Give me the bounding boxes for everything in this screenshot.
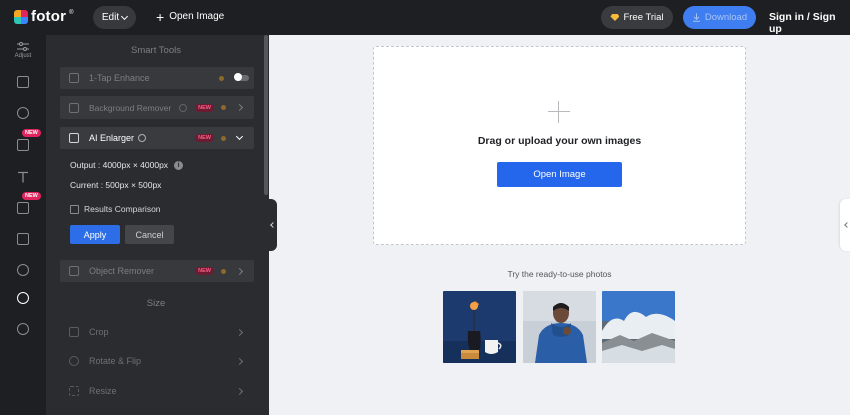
chevron-right-icon — [235, 103, 244, 112]
plus-icon: + — [156, 8, 165, 25]
diamond-icon — [610, 14, 620, 21]
tool-resize[interactable]: Resize — [60, 380, 254, 402]
current-size-label: Current : 500px × 500px — [70, 180, 162, 190]
free-trial-label: Free Trial — [623, 12, 664, 23]
edit-label: Edit — [101, 12, 120, 23]
effects-icon[interactable] — [17, 139, 29, 151]
one-tap-toggle[interactable] — [234, 73, 249, 81]
sample-photo-flower-vase[interactable] — [443, 291, 516, 363]
tool-label: Object Remover — [89, 266, 155, 276]
chevron-left-icon — [843, 222, 850, 228]
chevron-down-icon — [121, 12, 129, 20]
ai-tools-icon[interactable] — [17, 292, 29, 304]
output-size-text: Output : 4000px × 4000px i — [70, 160, 184, 170]
current-size-text: Current : 500px × 500px — [70, 180, 161, 190]
collapse-panel-button[interactable] — [266, 199, 277, 251]
tool-label: Background Remover — [89, 102, 172, 113]
new-badge: NEW — [195, 134, 214, 142]
tool-label: Rotate & Flip — [89, 356, 142, 366]
tool-one-tap-enhance[interactable]: 1-Tap Enhance — [60, 67, 254, 89]
size-heading: Size — [146, 298, 166, 309]
top-bar: fotor ® Edit + Open Image Free Trial Dow… — [0, 0, 850, 35]
output-size-label: Output : 4000px × 4000px — [70, 160, 169, 170]
tool-background-remover[interactable]: Background Remover NEW — [60, 96, 254, 119]
new-badge-effects: NEW — [22, 129, 41, 137]
text-icon[interactable] — [17, 170, 29, 183]
tool-label: Resize — [89, 386, 117, 396]
logo-registered-mark: ® — [69, 9, 74, 16]
premium-dot-icon — [221, 135, 226, 141]
info-icon[interactable] — [179, 103, 188, 112]
magic-wand-icon — [69, 73, 79, 83]
sample-photo-man-jacket[interactable] — [523, 291, 596, 363]
tool-ai-enlarger[interactable]: AI Enlarger NEW — [60, 127, 254, 149]
sign-in-link[interactable]: Sign in / Sign up — [769, 11, 850, 35]
background-remover-icon — [69, 102, 79, 113]
info-icon[interactable] — [138, 134, 147, 142]
cancel-button[interactable]: Cancel — [125, 225, 174, 244]
new-badge: NEW — [195, 103, 214, 112]
tool-label: Crop — [89, 327, 109, 337]
free-trial-button[interactable]: Free Trial — [601, 6, 673, 29]
info-icon[interactable]: i — [174, 160, 184, 170]
resize-icon — [69, 386, 79, 396]
tool-rotate-flip[interactable]: Rotate & Flip — [60, 350, 254, 372]
eraser-icon — [69, 266, 79, 276]
tool-category-rail: Adjust — [0, 35, 46, 415]
premium-dot-icon — [221, 268, 226, 274]
chevron-left-icon — [269, 222, 276, 228]
rail-adjust-item[interactable]: Adjust — [0, 35, 46, 65]
expand-right-panel-button[interactable] — [840, 199, 850, 251]
fotor-logo[interactable]: fotor ® — [14, 8, 74, 25]
frames-icon[interactable] — [17, 233, 29, 245]
uploads-icon[interactable] — [17, 264, 29, 276]
premium-dot-icon — [221, 105, 226, 110]
download-button[interactable]: Download — [683, 6, 756, 29]
edit-dropdown-button[interactable]: Edit — [93, 6, 136, 29]
tool-object-remover[interactable]: Object Remover NEW — [60, 260, 254, 282]
chevron-right-icon — [235, 328, 244, 336]
enlarge-icon — [69, 133, 79, 143]
sample-photos-heading: Try the ready-to-use photos — [507, 269, 612, 279]
new-badge: NEW — [195, 267, 214, 275]
new-badge-elements: NEW — [22, 192, 41, 200]
dropzone-text: Drag or upload your own images — [477, 135, 642, 147]
open-image-top-label: Open Image — [169, 11, 225, 22]
download-label: Download — [704, 12, 748, 23]
results-comparison-checkbox[interactable] — [70, 204, 79, 214]
face-icon[interactable] — [17, 107, 29, 119]
rotate-icon — [69, 356, 79, 366]
logo-mark-icon — [14, 9, 28, 24]
panel-scrollbar[interactable] — [264, 35, 268, 195]
chevron-right-icon — [235, 267, 244, 275]
chevron-right-icon — [235, 387, 244, 395]
open-image-button[interactable]: Open Image — [497, 162, 622, 187]
download-icon — [692, 13, 700, 22]
rail-adjust-label: Adjust — [14, 53, 32, 59]
flask-icon[interactable] — [17, 76, 29, 88]
plus-icon — [548, 101, 570, 123]
smart-tools-heading: Smart Tools — [131, 45, 181, 56]
logo-text: fotor — [31, 8, 67, 25]
open-image-top-button[interactable]: + Open Image — [156, 8, 225, 25]
results-comparison-row[interactable]: Results Comparison — [70, 204, 161, 214]
adjust-sliders-icon — [17, 42, 29, 51]
chevron-right-icon — [235, 357, 244, 365]
sample-photo-snowy-mountains[interactable] — [602, 291, 675, 363]
more-icon[interactable] — [17, 323, 29, 335]
tool-crop[interactable]: Crop — [60, 321, 254, 343]
premium-dot-icon — [219, 75, 224, 81]
elements-icon[interactable] — [17, 202, 29, 214]
results-comparison-label: Results Comparison — [84, 204, 161, 214]
apply-button[interactable]: Apply — [70, 225, 120, 244]
tool-label: 1-Tap Enhance — [89, 73, 150, 83]
chevron-down-icon — [235, 132, 244, 141]
tool-label: AI Enlarger — [89, 133, 135, 143]
crop-icon — [69, 327, 79, 337]
